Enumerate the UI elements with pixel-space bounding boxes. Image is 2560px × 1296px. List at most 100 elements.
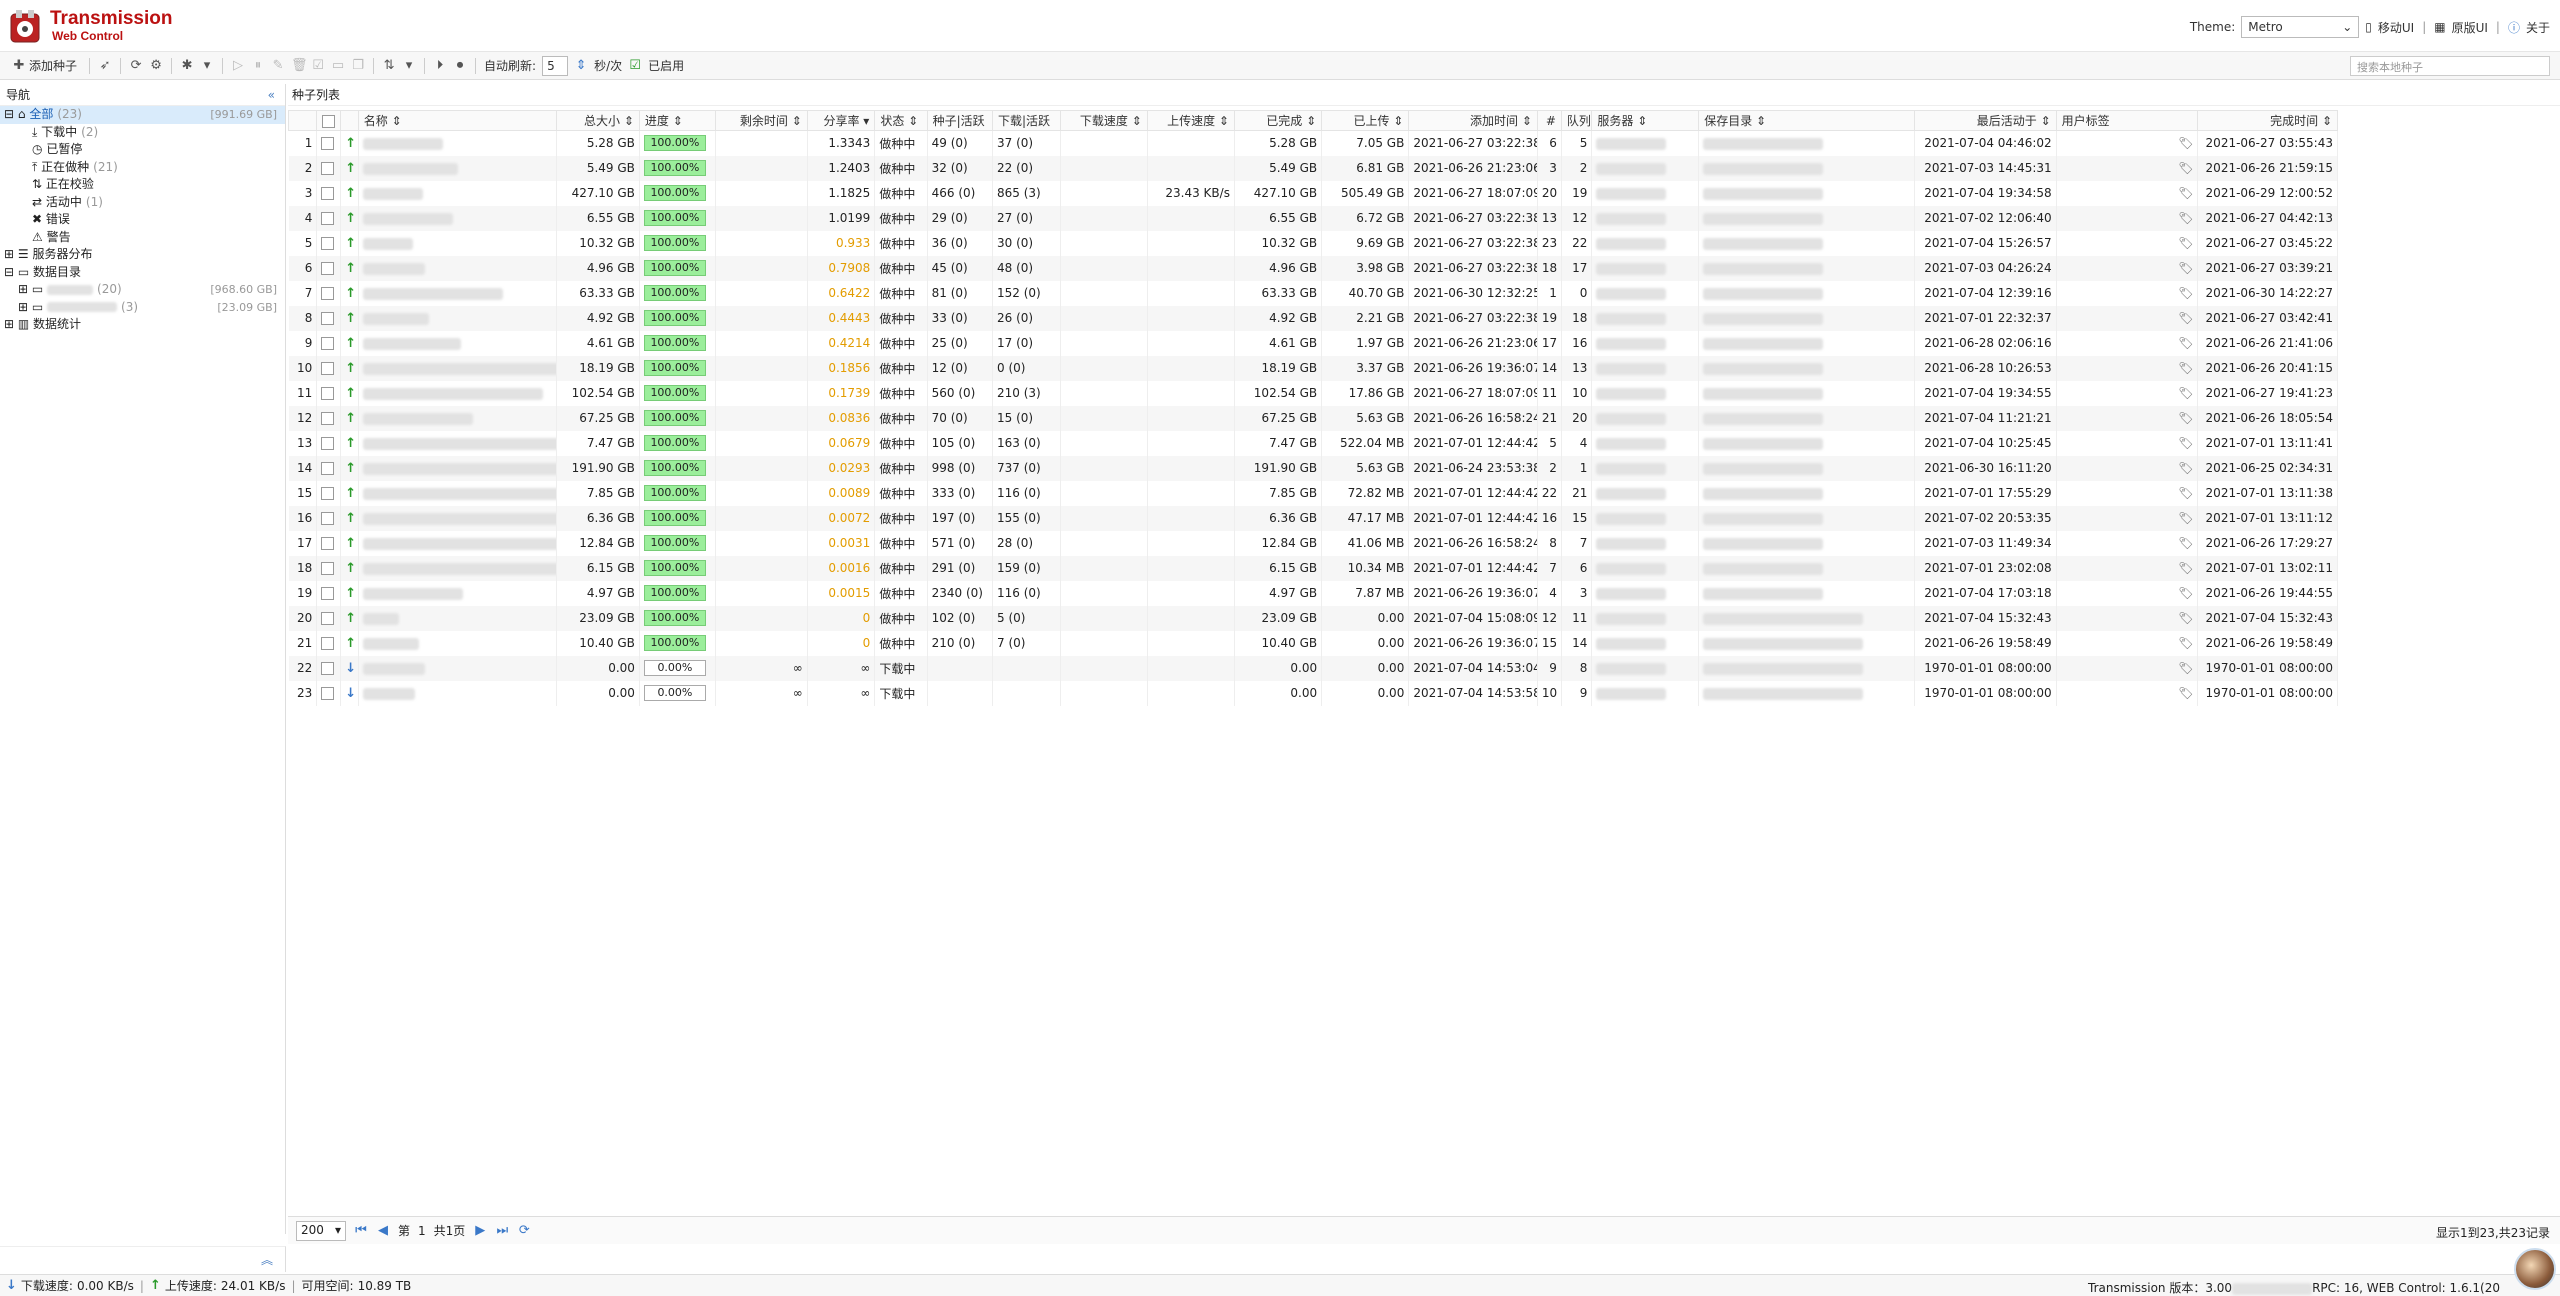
gear-icon[interactable]: ⚙	[149, 58, 163, 73]
checkbox-checked-icon[interactable]: ☑	[628, 58, 642, 73]
tag-icon[interactable]: 🏷	[2056, 505, 2199, 531]
tag-icon[interactable]: 🏷	[2056, 655, 2199, 681]
row-checkbox[interactable]	[316, 230, 342, 256]
tag-icon[interactable]: 🏷	[2056, 255, 2199, 281]
row-checkbox[interactable]	[316, 355, 342, 381]
row-checkbox[interactable]	[316, 155, 342, 181]
col-done[interactable]: 已完成 ⇕	[1233, 110, 1323, 131]
table-row[interactable]: 6 ↑ 4.96 GB 100.00% 0.7908 做种中 45 (0) 48 (0) 4.9…	[288, 255, 2338, 281]
table-row[interactable]: 12 ↑ 67.25 GB 100.00% 0.0836 做种中 70 (0) 15 (0) 6…	[288, 405, 2338, 431]
plugin-icon[interactable]: ✱	[180, 58, 194, 73]
row-checkbox[interactable]	[316, 505, 342, 531]
table-row[interactable]: 8 ↑ 4.92 GB 100.00% 0.4443 做种中 33 (0) 26 (0) 4.9…	[288, 305, 2338, 331]
col-number[interactable]: #	[1536, 110, 1562, 131]
row-checkbox[interactable]	[316, 330, 342, 356]
refresh-icon[interactable]: ⟳	[517, 1223, 531, 1238]
col-name[interactable]: 名称 ⇕	[357, 110, 558, 131]
torrent-name-redacted[interactable]	[358, 455, 558, 481]
theme-select[interactable]: Metro ⌄	[2241, 16, 2360, 38]
nav-item-stats[interactable]: ⊞ ▥ 数据统计	[0, 316, 285, 334]
play-all-icon[interactable]: ⏵	[433, 58, 447, 73]
col-uploaded[interactable]: 已上传 ⇕	[1321, 110, 1410, 131]
table-row[interactable]: 10 ↑ 18.19 GB 100.00% 0.1856 做种中 12 (0) 0 (0) 18…	[288, 355, 2338, 381]
tag-icon[interactable]: 🏷	[2056, 230, 2199, 256]
col-ratio[interactable]: 分享率 ▾	[806, 110, 876, 131]
torrent-name-redacted[interactable]	[358, 480, 558, 506]
torrent-name-redacted[interactable]	[358, 505, 558, 531]
add-torrent-button[interactable]: ✚ 添加种子	[8, 55, 81, 77]
col-added[interactable]: 添加时间 ⇕	[1408, 110, 1538, 131]
nav-item-folder-2[interactable]: ⊞ ▭ (3) [23.09 GB]	[0, 299, 285, 317]
tag-icon[interactable]: 🏷	[2056, 280, 2199, 306]
tag-icon[interactable]: 🏷	[2056, 180, 2199, 206]
table-row[interactable]: 4 ↑ 6.55 GB 100.00% 1.0199 做种中 29 (0) 27 (0) 6.5…	[288, 205, 2338, 231]
row-checkbox[interactable]	[316, 430, 342, 456]
row-checkbox[interactable]	[316, 605, 342, 631]
chevron-down-icon[interactable]: ▾	[402, 58, 416, 73]
select-all-checkbox[interactable]	[316, 110, 342, 131]
nav-item-folders[interactable]: ⊟ ▭ 数据目录	[0, 264, 285, 282]
nav-item-warning[interactable]: ⚠ 警告	[0, 229, 285, 247]
nav-item-paused[interactable]: ◷ 已暂停	[0, 141, 285, 159]
torrent-name-redacted[interactable]	[358, 180, 558, 206]
tag-icon[interactable]: 🏷	[2056, 330, 2199, 356]
tag-icon[interactable]: 🏷	[2056, 455, 2199, 481]
torrent-name-redacted[interactable]	[358, 305, 558, 331]
tag-icon[interactable]: 🏷	[2056, 430, 2199, 456]
table-row[interactable]: 22 ↓ 0.00 0.00% ∞ ∞ 下载中 0.00 0.00 2021-07-04 14:5…	[288, 655, 2338, 681]
prev-page-icon[interactable]: ◀	[376, 1223, 390, 1238]
tag-icon[interactable]: 🏷	[2056, 580, 2199, 606]
search-input[interactable]: 搜索本地种子	[2350, 56, 2550, 76]
tag-icon[interactable]: 🏷	[2056, 130, 2199, 156]
torrent-name-redacted[interactable]	[358, 230, 558, 256]
table-row[interactable]: 2 ↑ 5.49 GB 100.00% 1.2403 做种中 32 (0) 22 (0) 5.4…	[288, 155, 2338, 181]
tag-icon[interactable]: 🏷	[2056, 380, 2199, 406]
table-row[interactable]: 1 ↑ 5.28 GB 100.00% 1.3343 做种中 49 (0) 37 (0) 5.2…	[288, 130, 2338, 156]
last-page-icon[interactable]: ⏭	[495, 1223, 509, 1238]
row-checkbox[interactable]	[316, 405, 342, 431]
torrent-name-redacted[interactable]	[358, 605, 558, 631]
avatar[interactable]	[2514, 1248, 2556, 1290]
row-checkbox[interactable]	[316, 380, 342, 406]
tag-icon[interactable]: 🏷	[2056, 680, 2199, 706]
col-eta[interactable]: 剩余时间 ⇕	[715, 110, 808, 131]
col-peers[interactable]: 下载|活跃	[992, 110, 1061, 131]
row-checkbox[interactable]	[316, 280, 342, 306]
row-checkbox[interactable]	[316, 255, 342, 281]
col-save-dir[interactable]: 保存目录 ⇕	[1698, 110, 1915, 131]
torrent-name-redacted[interactable]	[358, 355, 558, 381]
nav-item-seeding[interactable]: ⤒ 正在做种 (21)	[0, 159, 285, 177]
original-ui-link[interactable]: 原版UI	[2452, 19, 2488, 36]
table-row[interactable]: 21 ↑ 10.40 GB 100.00% 0 做种中 210 (0) 7 (0) 10.40 …	[288, 630, 2338, 656]
row-checkbox[interactable]	[316, 630, 342, 656]
row-checkbox[interactable]	[316, 305, 342, 331]
tag-icon[interactable]: 🏷	[2056, 155, 2199, 181]
torrent-name-redacted[interactable]	[358, 155, 558, 181]
torrent-name-redacted[interactable]	[358, 530, 558, 556]
row-checkbox[interactable]	[316, 555, 342, 581]
nav-item-trackers[interactable]: ⊞ ☰ 服务器分布	[0, 246, 285, 264]
page-number-input[interactable]: 1	[418, 1224, 426, 1238]
col-status[interactable]: 状态 ⇕	[874, 110, 928, 131]
table-row[interactable]: 7 ↑ 63.33 GB 100.00% 0.6422 做种中 81 (0) 152 (0) 6…	[288, 280, 2338, 306]
tag-icon[interactable]: 🏷	[2056, 205, 2199, 231]
collapse-icon[interactable]: «	[268, 88, 275, 102]
torrent-name-redacted[interactable]	[358, 205, 558, 231]
col-size[interactable]: 总大小 ⇕	[556, 110, 640, 131]
verify-icon[interactable]: ☑	[311, 58, 325, 73]
tag-icon[interactable]: 🏷	[2056, 630, 2199, 656]
nav-item-active[interactable]: ⇄ 活动中 (1)	[0, 194, 285, 212]
col-queue[interactable]: 队列	[1560, 110, 1593, 131]
start-icon[interactable]: ▷	[231, 58, 245, 73]
pause-icon[interactable]: ⏸	[251, 58, 265, 73]
table-row[interactable]: 20 ↑ 23.09 GB 100.00% 0 做种中 102 (0) 5 (0) 23.09 …	[288, 605, 2338, 631]
table-row[interactable]: 13 ↑ 7.47 GB 100.00% 0.0679 做种中 105 (0) 163 (0)…	[288, 430, 2338, 456]
tag-icon[interactable]: 🏷	[2056, 355, 2199, 381]
torrent-name-redacted[interactable]	[358, 680, 558, 706]
nav-item-downloading[interactable]: ⤓ 下载中 (2)	[0, 124, 285, 142]
table-row[interactable]: 5 ↑ 10.32 GB 100.00% 0.933 做种中 36 (0) 30 (0) 10.…	[288, 230, 2338, 256]
table-row[interactable]: 3 ↑ 427.10 GB 100.00% 1.1825 做种中 466 (0) 865 (3…	[288, 180, 2338, 206]
col-progress[interactable]: 进度 ⇕	[638, 110, 717, 131]
next-page-icon[interactable]: ▶	[473, 1223, 487, 1238]
row-checkbox[interactable]	[316, 680, 342, 706]
